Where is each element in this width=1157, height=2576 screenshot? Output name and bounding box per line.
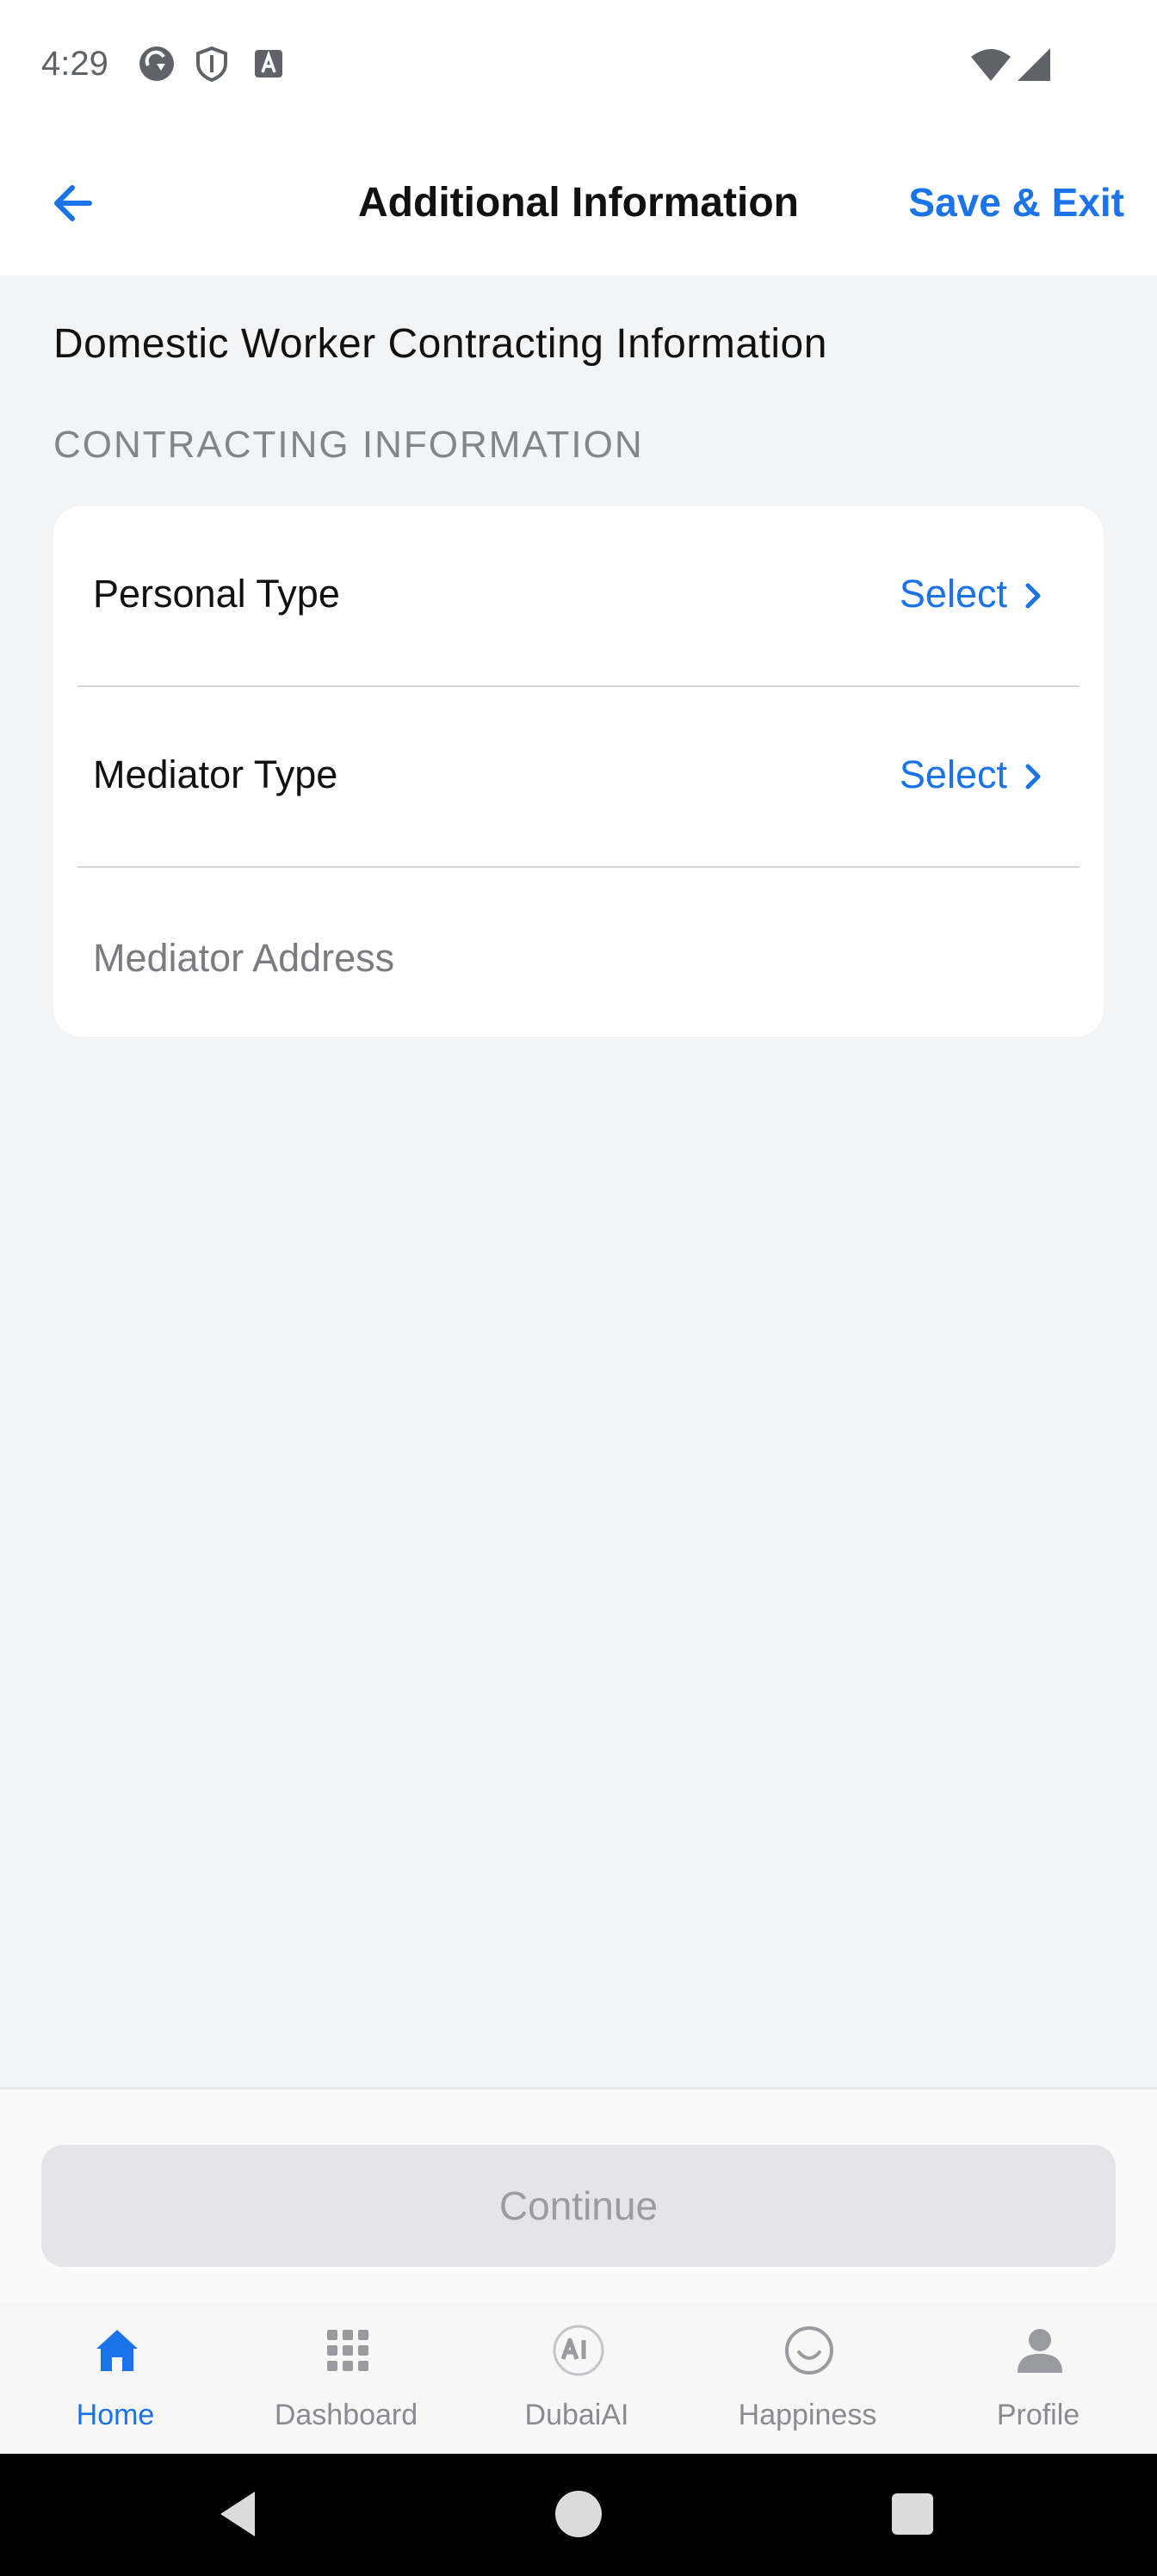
app-root: 4:29 Additional Information Save & Exit … — [0, 0, 1157, 2576]
chevron-right-icon — [1025, 764, 1041, 790]
smiley-icon — [785, 2326, 833, 2375]
sync-app-icon — [139, 46, 174, 81]
bottom-tab-bar: Home Dashboard DubaiAI Happiness Profile — [0, 2302, 1157, 2454]
mediator-type-selector[interactable]: Mediator Type Select — [53, 687, 1104, 868]
personal-type-selector[interactable]: Personal Type Select — [53, 506, 1104, 687]
bottom-action-area: Continue — [0, 2087, 1157, 2302]
section-title: Domestic Worker Contracting Information — [53, 321, 827, 367]
home-icon — [96, 2330, 138, 2371]
app-header: Additional Information Save & Exit — [0, 138, 1157, 276]
system-nav-bar — [0, 2454, 1157, 2576]
mediator-address-input[interactable] — [93, 928, 1057, 988]
save-exit-button[interactable]: Save & Exit — [908, 179, 1124, 226]
nav-recents-icon[interactable] — [885, 2486, 940, 2542]
nav-back-icon[interactable] — [213, 2486, 269, 2542]
nav-home-icon[interactable] — [551, 2486, 606, 2542]
chevron-right-icon — [1025, 583, 1041, 609]
contracting-form-card: Personal Type Select Mediator Type Selec… — [53, 506, 1104, 1037]
tab-dashboard[interactable]: Dashboard — [231, 2302, 461, 2454]
grid-icon — [327, 2330, 368, 2371]
font-a-icon — [255, 50, 282, 77]
tab-label: Dashboard — [274, 2399, 418, 2431]
mediator-type-label: Mediator Type — [93, 752, 338, 796]
section-subtitle: CONTRACTING INFORMATION — [53, 424, 644, 466]
status-bar: 4:29 — [0, 0, 1157, 138]
personal-type-label: Personal Type — [93, 572, 340, 616]
tab-dubaiai[interactable]: DubaiAI — [461, 2302, 692, 2454]
tab-profile[interactable]: Profile — [923, 2302, 1154, 2454]
status-time: 4:29 — [41, 45, 108, 83]
person-icon — [1018, 2329, 1062, 2373]
tab-label: Happiness — [738, 2399, 877, 2431]
ai-icon — [553, 2325, 604, 2376]
tab-label: Profile — [996, 2399, 1080, 2431]
tab-home[interactable]: Home — [0, 2302, 231, 2454]
divider — [77, 866, 1080, 868]
tab-happiness[interactable]: Happiness — [692, 2302, 923, 2454]
tab-label: DubaiAI — [524, 2399, 629, 2431]
shield-icon — [196, 46, 227, 83]
tab-label: Home — [76, 2399, 155, 2431]
continue-button[interactable]: Continue — [41, 2145, 1116, 2267]
cellular-signal-icon — [1018, 48, 1050, 81]
wifi-icon — [971, 49, 1011, 81]
mediator-type-value[interactable]: Select — [900, 752, 1007, 797]
personal-type-value[interactable]: Select — [900, 572, 1007, 616]
